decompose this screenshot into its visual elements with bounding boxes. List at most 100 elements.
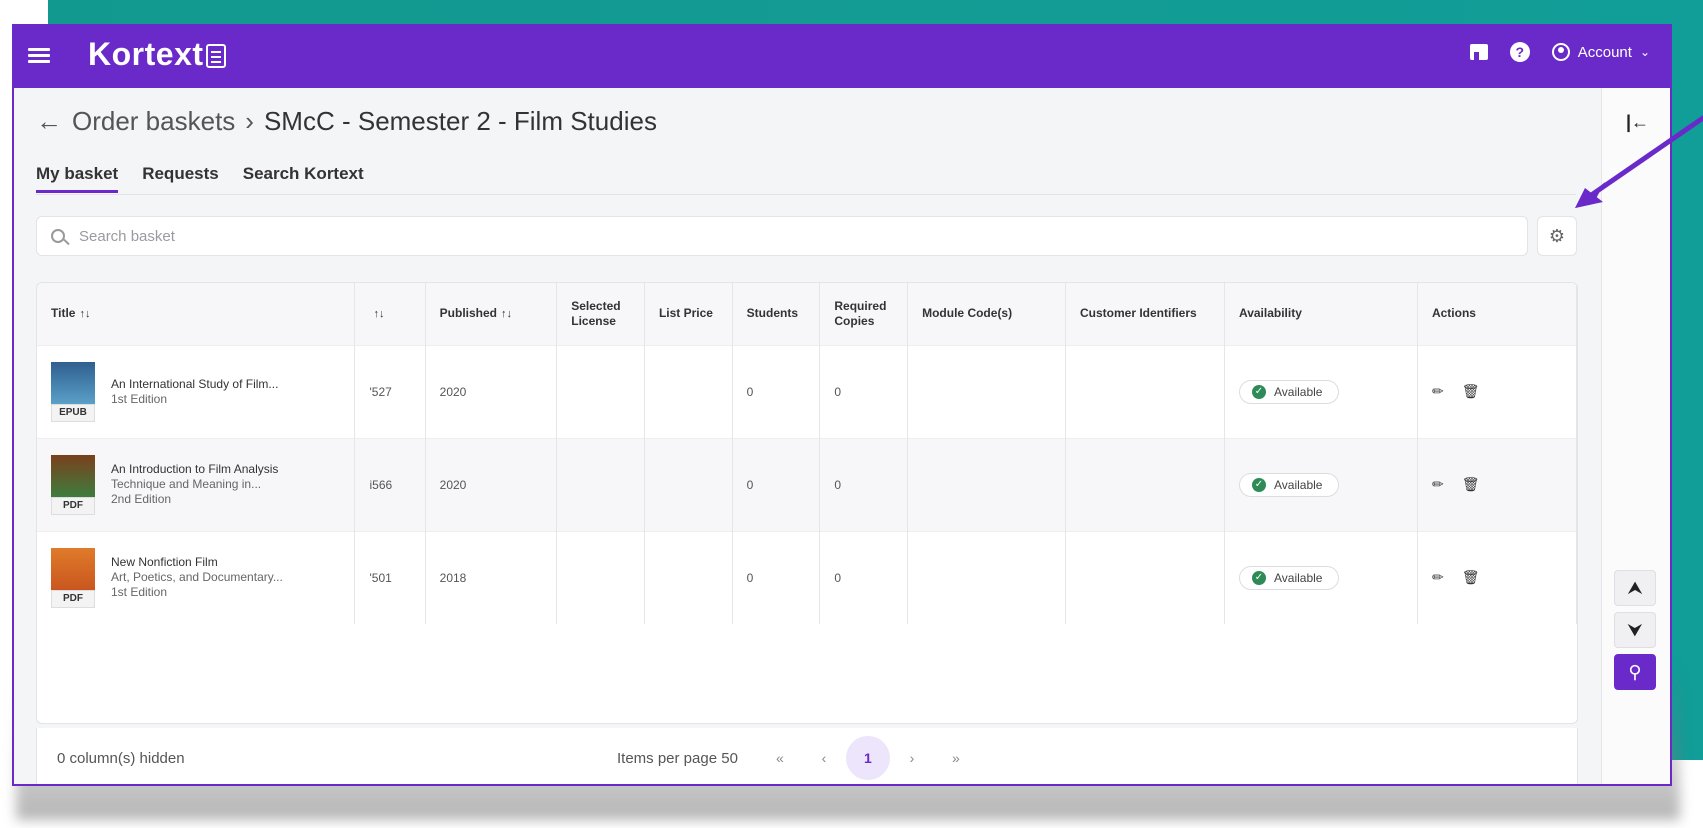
book-title: An Introduction to Film Analysis	[111, 462, 279, 476]
module-cell	[907, 437, 1066, 531]
basket-button[interactable]: ⚲	[1614, 654, 1656, 690]
book-edition: 1st Edition	[111, 585, 168, 599]
published-cell: 2020	[425, 344, 558, 438]
last-page-button[interactable]: »	[934, 736, 978, 780]
col-published[interactable]: Published ↑↓	[425, 283, 558, 345]
table-settings-button[interactable]: ⚙	[1537, 216, 1577, 256]
tab-search-kortext[interactable]: Search Kortext	[243, 164, 364, 193]
chevron-down-icon: ⌄	[1639, 45, 1650, 59]
check-circle-icon: ✓	[1251, 570, 1266, 585]
top-bar: Kortext ? Account ⌄	[14, 26, 1670, 88]
current-page[interactable]: 1	[845, 736, 890, 780]
published-cell: 2020	[425, 437, 558, 531]
breadcrumb: ← Order baskets › SMcC - Semester 2 - Fi…	[36, 106, 657, 137]
book-title: New Nonfiction Film	[111, 555, 218, 569]
col-customer-identifiers: Customer Identifiers	[1065, 283, 1225, 345]
availability-badge: ✓ Available	[1238, 379, 1340, 404]
customer-cell	[1065, 530, 1225, 624]
breadcrumb-separator: ›	[245, 106, 254, 136]
hamburger-menu-icon[interactable]	[28, 45, 50, 67]
book-subtitle: Art, Poetics, and Documentary...	[111, 570, 283, 584]
download-icon: ⮟	[1627, 620, 1643, 640]
col-required-copies: Required Copies	[819, 283, 909, 345]
sort-icon: ↑↓	[373, 307, 385, 320]
table-row[interactable]: PDF An Introduction to Film Analysis Tec…	[37, 437, 1577, 531]
book-cover: EPUB	[51, 361, 95, 422]
sort-icon: ↑↓	[79, 307, 91, 320]
upload-button[interactable]: ⮝	[1614, 570, 1656, 606]
format-badge: PDF	[51, 589, 95, 608]
annotation-arrow	[1575, 115, 1703, 208]
upload-icon: ⮝	[1627, 578, 1643, 598]
search-basket-input[interactable]	[77, 226, 1481, 246]
copies-cell: 0	[819, 530, 909, 624]
app-window: Kortext ? Account ⌄ ← Order baskets › SM…	[12, 24, 1672, 786]
edit-icon[interactable]: ✏	[1432, 569, 1444, 586]
col-module-codes: Module Code(s)	[907, 283, 1066, 345]
price-cell	[644, 530, 733, 624]
license-cell	[556, 344, 645, 438]
copies-cell: 0	[819, 344, 909, 438]
book-edition: 2nd Edition	[111, 492, 172, 506]
format-badge: PDF	[51, 496, 95, 515]
page-title: SMcC - Semester 2 - Film Studies	[263, 106, 657, 136]
price-cell	[644, 344, 733, 438]
tab-requests[interactable]: Requests	[142, 164, 219, 193]
module-cell	[907, 530, 1066, 624]
col-availability: Availability	[1224, 283, 1418, 345]
table-row[interactable]: EPUB An International Study of Film... 1…	[37, 344, 1577, 438]
table-header-row: Title ↑↓ ↑↓ Published ↑↓ Selected License …	[37, 283, 1577, 345]
col-title[interactable]: Title ↑↓	[37, 283, 356, 345]
account-circle-icon	[1551, 43, 1570, 61]
col-isbn[interactable]: ↑↓	[354, 283, 426, 345]
isbn-cell: '501	[354, 530, 426, 624]
copies-cell: 0	[819, 437, 909, 531]
edit-icon[interactable]: ✏	[1432, 476, 1444, 493]
table-footer: 0 column(s) hidden Items per page 50 « ‹…	[36, 728, 1578, 784]
search-icon	[51, 229, 65, 243]
col-list-price: List Price	[644, 283, 733, 345]
next-page-button[interactable]: ›	[890, 736, 934, 780]
isbn-cell: '527	[354, 344, 426, 438]
tab-my-basket[interactable]: My basket	[36, 164, 119, 193]
delete-icon[interactable]: 🗑	[1462, 569, 1480, 586]
account-menu[interactable]: Account ⌄	[1551, 43, 1650, 61]
items-per-page[interactable]: Items per page 50	[617, 750, 738, 767]
col-selected-license: Selected License	[556, 283, 645, 345]
isbn-cell: i566	[354, 437, 426, 531]
check-circle-icon: ✓	[1251, 477, 1266, 492]
license-cell	[556, 437, 645, 531]
gear-icon: ⚙	[1548, 226, 1566, 246]
book-title: An International Study of Film...	[111, 376, 279, 391]
top-right-controls: ? Account ⌄	[1469, 42, 1650, 62]
customer-cell	[1065, 344, 1225, 438]
availability-badge: ✓ Available	[1238, 565, 1340, 590]
delete-icon[interactable]: 🗑	[1462, 476, 1480, 493]
store-icon[interactable]	[1469, 44, 1488, 60]
app-logo[interactable]: Kortext	[88, 36, 204, 73]
table-row[interactable]: PDF New Nonfiction Film Art, Poetics, an…	[37, 530, 1577, 624]
students-cell: 0	[732, 437, 821, 531]
prev-page-button[interactable]: ‹	[802, 736, 846, 780]
module-cell	[907, 344, 1066, 438]
price-cell	[644, 437, 733, 531]
students-cell: 0	[732, 344, 821, 438]
book-cover: PDF	[51, 454, 95, 515]
search-bar	[36, 216, 1528, 256]
back-arrow-icon[interactable]: ←	[36, 106, 62, 137]
customer-cell	[1065, 437, 1225, 531]
format-badge: EPUB	[51, 403, 95, 422]
edit-icon[interactable]: ✏	[1432, 383, 1444, 400]
col-actions: Actions	[1417, 283, 1577, 345]
first-page-button[interactable]: «	[758, 736, 802, 780]
col-students: Students	[732, 283, 821, 345]
breadcrumb-parent[interactable]: Order baskets	[72, 106, 235, 137]
book-edition: 1st Edition	[111, 391, 168, 406]
published-cell: 2018	[425, 530, 558, 624]
hidden-columns-count: 0 column(s) hidden	[57, 749, 185, 767]
availability-badge: ✓ Available	[1238, 472, 1340, 497]
sort-icon: ↑↓	[501, 307, 512, 320]
download-button[interactable]: ⮟	[1614, 612, 1656, 648]
delete-icon[interactable]: 🗑	[1462, 383, 1480, 400]
help-icon[interactable]: ?	[1509, 42, 1530, 62]
